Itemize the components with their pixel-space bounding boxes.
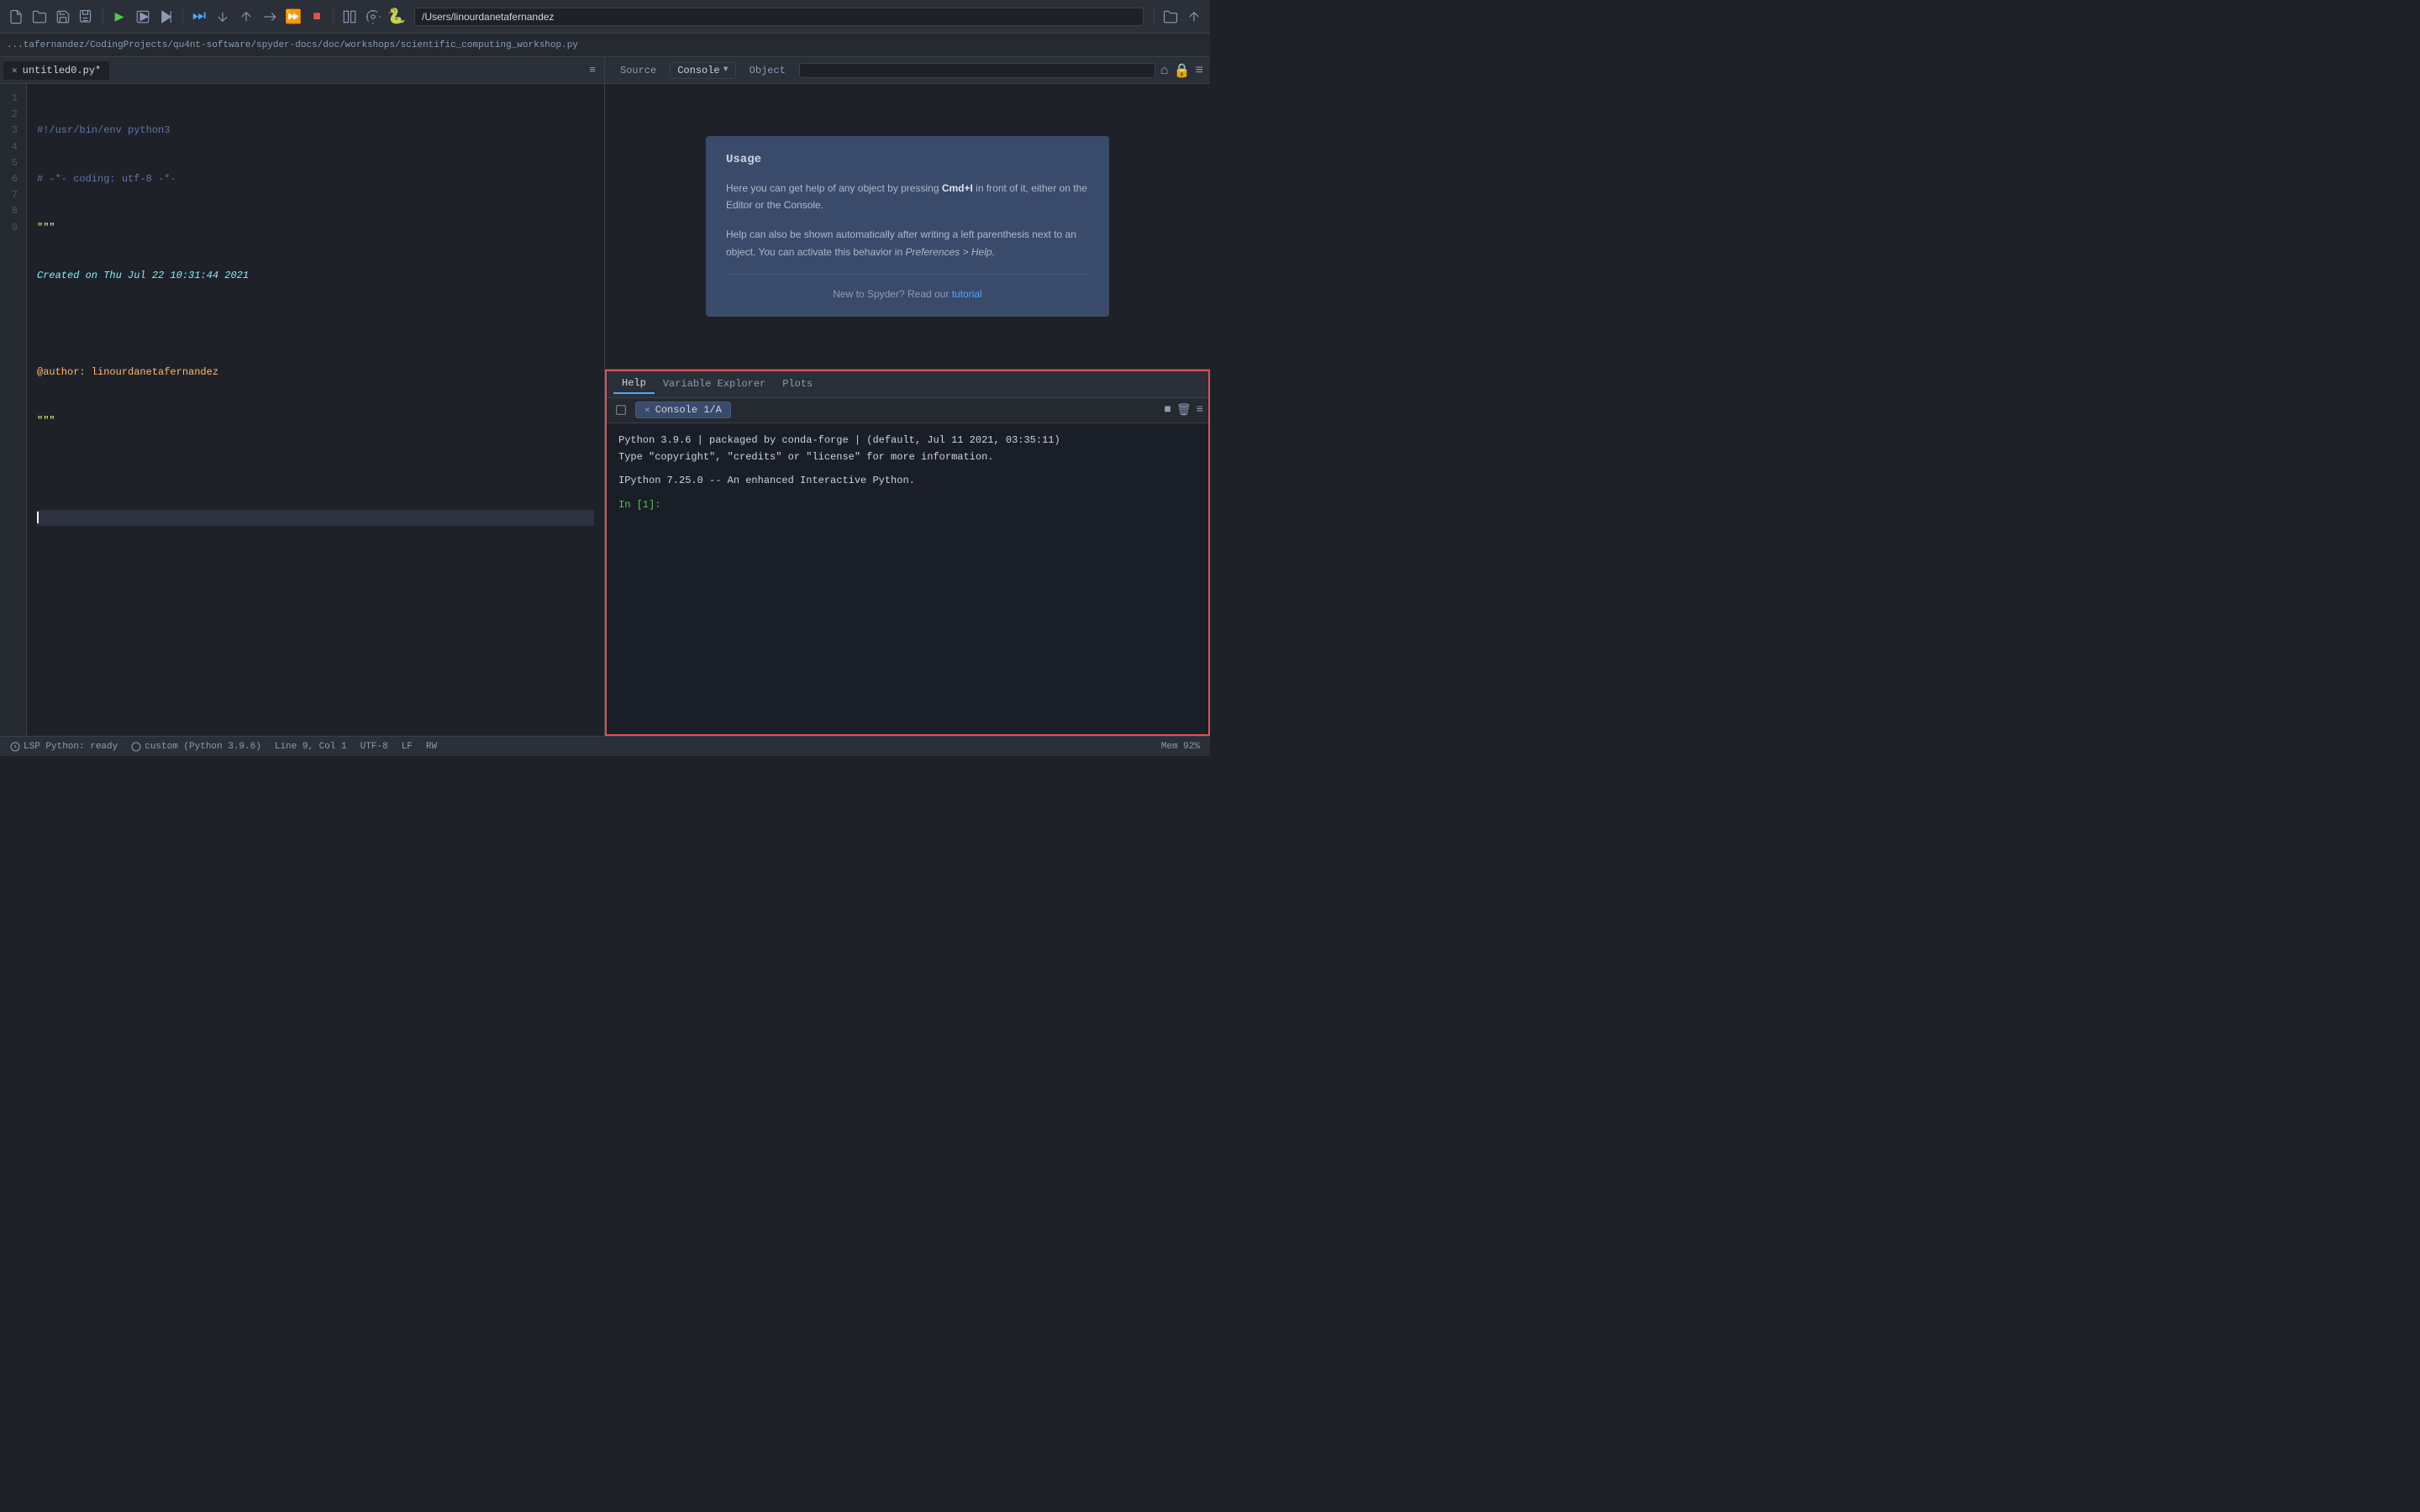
help-content: Usage Here you can get help of any objec… <box>605 84 1210 369</box>
code-line-5 <box>37 317 594 333</box>
text-cursor <box>37 512 39 523</box>
console-prompt: In [1]: <box>618 496 1197 513</box>
step-over-icon[interactable] <box>213 8 232 26</box>
code-line-6: @author: linourdanetafernandez <box>37 365 594 381</box>
toolbar-separator-4 <box>1154 8 1155 25</box>
code-line-9 <box>37 510 594 526</box>
console-area: Help Variable Explorer Plots ✕ Console 1… <box>605 370 1210 736</box>
tab-object[interactable]: Object <box>741 61 794 80</box>
console-options-icon[interactable]: ≡ <box>1197 403 1203 417</box>
open-file-icon[interactable] <box>30 8 49 26</box>
status-encoding: UTF-8 <box>360 742 388 752</box>
navigate-up-icon[interactable] <box>1185 8 1203 26</box>
status-position: Line 9, Col 1 <box>275 742 347 752</box>
save-all-icon[interactable] <box>77 8 96 26</box>
ipython-line: IPython 7.25.0 -- An enhanced Interactiv… <box>618 472 1197 489</box>
toolbar: ▶ ⏭ ⏩ ■ 🐍 <box>0 0 1210 34</box>
file-browser-icon[interactable] <box>1161 8 1180 26</box>
tools-icon[interactable] <box>364 8 382 26</box>
lsp-icon <box>10 742 20 752</box>
tab-console[interactable]: Console <box>677 65 719 76</box>
continue-icon[interactable]: ⏩ <box>284 8 302 26</box>
line-numbers: 1 2 3 4 5 6 7 8 9 <box>0 84 27 736</box>
status-line-ending: LF <box>402 742 413 752</box>
python-version-line1: Python 3.9.6 | packaged by conda-forge |… <box>618 432 1197 449</box>
python-logo-icon: 🐍 <box>387 8 406 26</box>
console-icons: ■ 🗑 ≡ <box>1164 403 1203 417</box>
tab-variable-explorer[interactable]: Variable Explorer <box>655 375 774 393</box>
tab-menu-icon[interactable]: ≡ <box>584 64 601 76</box>
status-memory: Mem 92% <box>1161 742 1200 752</box>
code-line-4: Created on Thu Jul 22 10:31:44 2021 <box>37 268 594 284</box>
console-inner-tab-bar: ✕ Console 1/A ■ 🗑 ≡ <box>607 398 1208 423</box>
usage-title: Usage <box>726 153 1089 166</box>
help-toolbar: Source Console ▼ Object ⌂ 🔒 ≡ <box>605 57 1210 84</box>
tab-help[interactable]: Help <box>613 374 655 394</box>
console-1a-tab[interactable]: ✕ Console 1/A <box>635 402 731 418</box>
panels-icon[interactable] <box>340 8 359 26</box>
breadcrumb-bar: ...tafernandez/CodingProjects/qu4nt-soft… <box>0 34 1210 57</box>
tab-source[interactable]: Source <box>612 61 665 80</box>
stop-icon[interactable]: ■ <box>308 8 326 26</box>
run-icon[interactable]: ▶ <box>110 8 129 26</box>
tab-plots[interactable]: Plots <box>774 375 821 393</box>
editor-pane: ✕ untitled0.py* ≡ 1 2 3 4 5 6 7 8 9 #!/u… <box>0 57 605 736</box>
editor-tab-bar: ✕ untitled0.py* ≡ <box>0 57 604 84</box>
console-output[interactable]: Python 3.9.6 | packaged by conda-forge |… <box>607 423 1208 734</box>
console-tab-label: Console 1/A <box>655 404 722 416</box>
console-tab-close-icon[interactable]: ✕ <box>644 404 650 416</box>
tutorial-link[interactable]: tutorial <box>952 288 982 300</box>
object-search-input[interactable] <box>799 63 1155 78</box>
run-cell-icon[interactable] <box>157 8 176 26</box>
editor-tab-untitled[interactable]: ✕ untitled0.py* <box>3 61 109 80</box>
status-bar: LSP Python: ready custom (Python 3.9.6) … <box>0 736 1210 756</box>
tab-close-icon[interactable]: ✕ <box>12 65 18 76</box>
help-options-icon[interactable]: ≡ <box>1195 63 1203 78</box>
new-file-icon[interactable] <box>7 8 25 26</box>
code-editor[interactable]: 1 2 3 4 5 6 7 8 9 #!/usr/bin/env python3… <box>0 84 604 736</box>
code-line-2: # -*- coding: utf-8 -*- <box>37 171 594 187</box>
path-input[interactable] <box>414 8 1144 26</box>
code-line-7: """ <box>37 413 594 429</box>
console-tab-bar: Help Variable Explorer Plots <box>607 371 1208 398</box>
lock-icon[interactable]: 🔒 <box>1173 62 1190 79</box>
help-panel: Source Console ▼ Object ⌂ 🔒 ≡ Usage Here… <box>605 57 1210 370</box>
step-return-icon[interactable] <box>260 8 279 26</box>
step-into-icon[interactable] <box>237 8 255 26</box>
debug-icon[interactable]: ⏭ <box>190 8 208 26</box>
console-dropdown-icon[interactable]: ▼ <box>723 66 729 75</box>
breadcrumb-path: ...tafernandez/CodingProjects/qu4nt-soft… <box>7 40 578 50</box>
usage-paragraph-1: Here you can get help of any object by p… <box>726 180 1089 214</box>
main-content: ✕ untitled0.py* ≡ 1 2 3 4 5 6 7 8 9 #!/u… <box>0 57 1210 736</box>
code-line-3: """ <box>37 220 594 236</box>
code-line-8 <box>37 461 594 477</box>
usage-paragraph-2: Help can also be shown automatically aft… <box>726 226 1089 260</box>
console-clear-icon[interactable]: 🗑 <box>1176 403 1192 417</box>
code-content[interactable]: #!/usr/bin/env python3 # -*- coding: utf… <box>27 84 604 736</box>
status-python: custom (Python 3.9.6) <box>131 742 261 752</box>
status-rw: RW <box>426 742 437 752</box>
right-pane: Source Console ▼ Object ⌂ 🔒 ≡ Usage Here… <box>605 57 1210 736</box>
console-stop-icon[interactable]: ■ <box>1164 403 1171 417</box>
code-line-1: #!/usr/bin/env python3 <box>37 123 594 139</box>
usage-divider <box>726 274 1089 275</box>
save-icon[interactable] <box>54 8 72 26</box>
python-version-line2: Type "copyright", "credits" or "license"… <box>618 449 1197 465</box>
home-icon[interactable]: ⌂ <box>1160 63 1169 78</box>
console-panel-icon[interactable] <box>612 401 630 419</box>
toolbar-separator-2 <box>182 8 183 25</box>
status-lsp: LSP Python: ready <box>10 742 118 752</box>
editor-tab-label: untitled0.py* <box>23 65 102 76</box>
run-file-icon[interactable] <box>134 8 152 26</box>
python-status-icon <box>131 742 141 752</box>
toolbar-separator-3 <box>333 8 334 25</box>
console-tab-group: Console ▼ <box>670 62 735 79</box>
usage-footer: New to Spyder? Read our tutorial <box>726 288 1089 300</box>
usage-box: Usage Here you can get help of any objec… <box>706 136 1109 318</box>
